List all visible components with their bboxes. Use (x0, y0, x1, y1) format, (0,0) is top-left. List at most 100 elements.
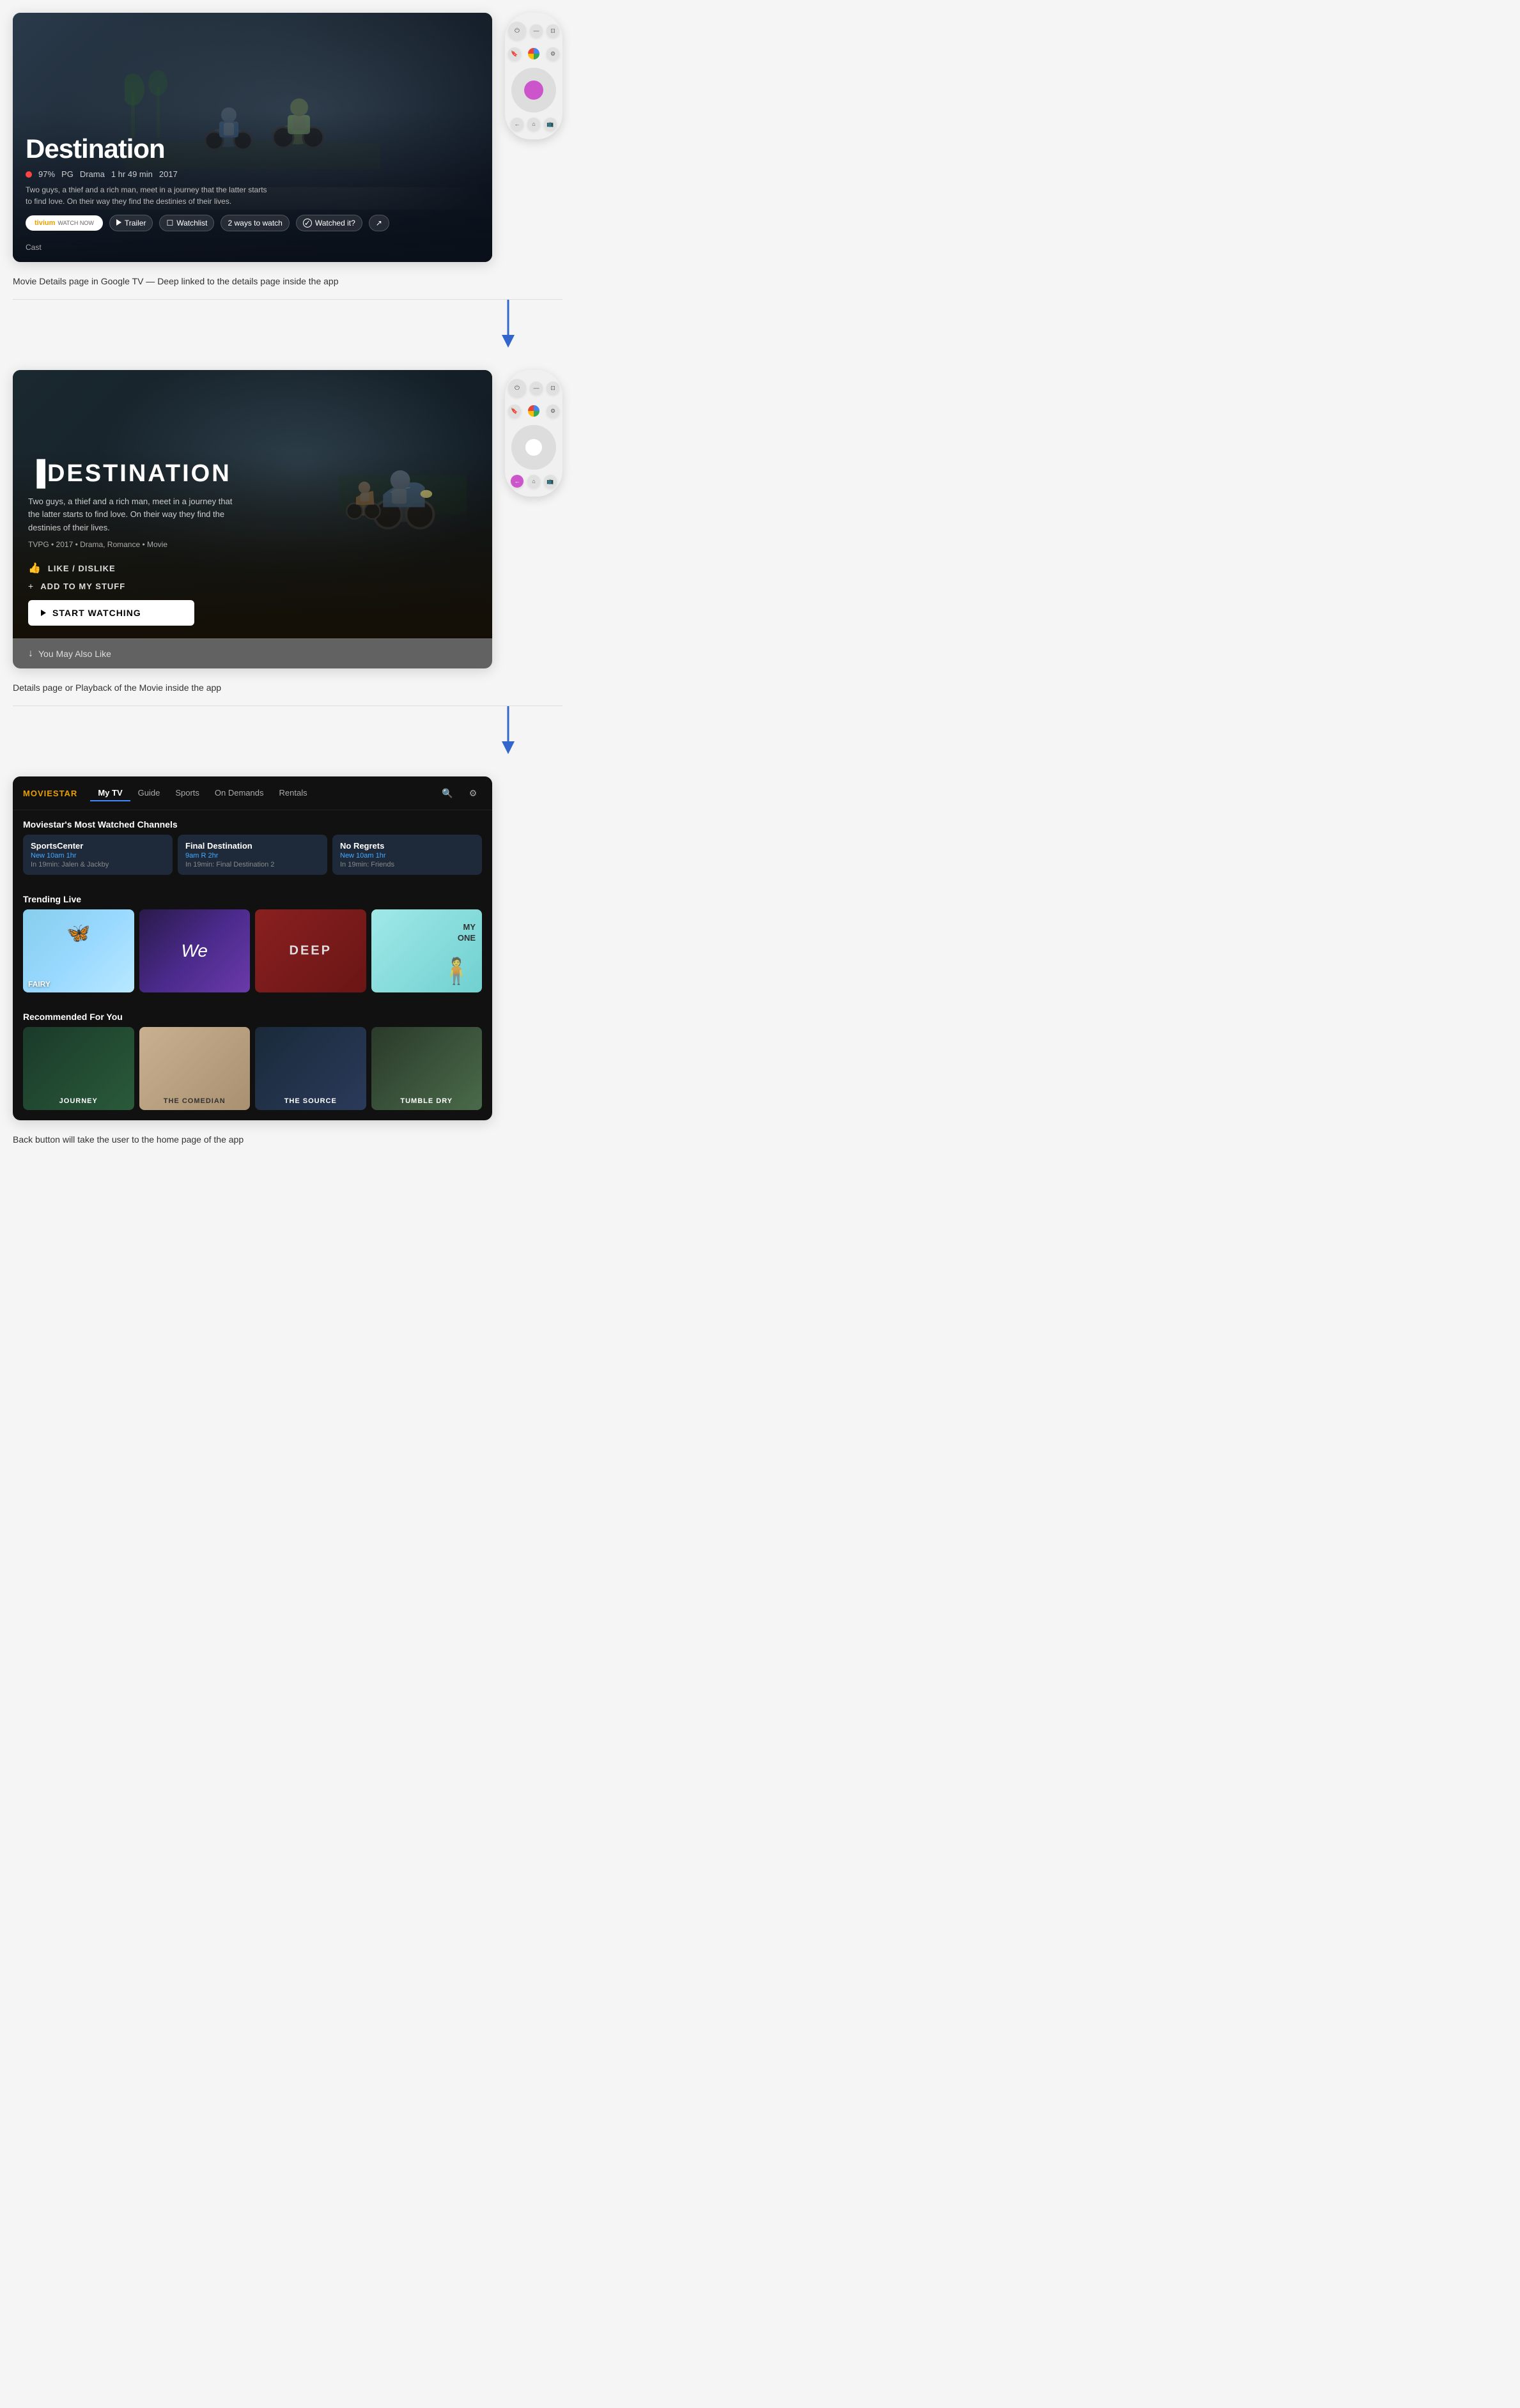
butterfly-icon: 🦋 (66, 922, 90, 945)
ways-label: 2 ways to watch (228, 219, 282, 228)
channel-badge-0: New 10am 1hr (31, 852, 165, 860)
home-button[interactable]: ⌂ (527, 118, 540, 130)
we-text: We (182, 941, 208, 961)
you-may-also-bar[interactable]: ↓ You May Also Like (13, 638, 492, 668)
add-to-stuff-label: ADD TO MY STUFF (40, 582, 125, 591)
nav-item-rentals[interactable]: Rentals (272, 785, 315, 801)
rating-dot (26, 171, 32, 178)
power-button-2[interactable]: ⏻ (508, 379, 526, 397)
settings-nav-button[interactable]: ⚙ (464, 784, 482, 802)
gtv-screen-card: Destination 97% PG Drama 1 hr 49 min 201… (13, 13, 492, 262)
trending-thumb-3[interactable]: MYONE 🧍 (371, 909, 483, 992)
recommended-grid: JOURNEY THE COMEDIAN THE SOURCE TUMBLE D… (13, 1027, 492, 1120)
section1-caption: Movie Details page in Google TV — Deep l… (0, 268, 575, 299)
most-watched-title: Moviestar's Most Watched Channels (13, 810, 492, 835)
movie-title: Destination (26, 134, 479, 164)
trending-thumb-0[interactable]: 🦋 FAIRY (23, 909, 134, 992)
channel-badge-1: 9am R 2hr (185, 852, 320, 860)
like-dislike-label: LIKE / DISLIKE (48, 564, 116, 573)
rec-thumb-0[interactable]: JOURNEY (23, 1027, 134, 1110)
google-assistant-button-2[interactable] (525, 402, 543, 420)
remote-top-row: ⏻ — ⊡ (508, 22, 559, 40)
settings-button[interactable]: ⚙ (547, 47, 559, 60)
google-icon-2 (528, 405, 539, 417)
remote2-top-row: ⏻ — ⊡ (508, 379, 559, 397)
app-details-hero: ▐DESTINATION Two guys, a thief and a ric… (13, 370, 492, 638)
bookmark-button-2[interactable]: 🔖 (508, 405, 521, 417)
dpad-outer-2[interactable] (511, 425, 556, 470)
caption-text: Movie Details page in Google TV — Deep l… (13, 276, 339, 286)
watchlist-label: Watchlist (176, 219, 207, 228)
remote-nav-row: ← ⌂ 📺 (511, 118, 557, 130)
trailer-label: Trailer (125, 219, 146, 228)
add-to-stuff-button[interactable]: + ADD TO MY STUFF (28, 581, 477, 591)
tv-input-button[interactable]: ⊡ (547, 24, 559, 37)
audience-score: 97% (38, 169, 55, 179)
app-meta: TVPG • 2017 • Drama, Romance • Movie (28, 540, 477, 549)
dpad-center-button-2[interactable] (524, 438, 543, 457)
moviestar-screen: MOVIESTAR My TV Guide Sports On Demands (13, 776, 492, 1120)
channel-card-0[interactable]: SportsCenter New 10am 1hr In 19min: Jale… (23, 835, 173, 875)
tv-button-2[interactable]: 📺 (544, 475, 557, 488)
back-button-2[interactable]: ← (511, 475, 523, 488)
action-buttons-row: tivium WATCH NOW Trailer (26, 215, 479, 231)
like-dislike-button[interactable]: 👍 LIKE / DISLIKE (28, 562, 477, 575)
rec-thumb-2[interactable]: THE SOURCE (255, 1027, 366, 1110)
trailer-button[interactable]: Trailer (109, 215, 153, 231)
nav-item-guide[interactable]: Guide (130, 785, 168, 801)
play-triangle (116, 219, 121, 226)
watchlist-button[interactable]: ☐ Watchlist (159, 215, 214, 231)
nav-item-sports[interactable]: Sports (167, 785, 207, 801)
back-button[interactable]: ← (511, 118, 523, 130)
trending-grid: 🦋 FAIRY We DEEP MYONE 🧍 (13, 909, 492, 1003)
dpad-outer[interactable] (511, 68, 556, 112)
start-watching-label: START WATCHING (52, 608, 141, 618)
menu-button[interactable]: — (530, 24, 543, 37)
trending-label-0: FAIRY (28, 980, 50, 989)
arrow-down-icon: ↓ (28, 648, 33, 660)
title-text: DESTINATION (47, 460, 231, 487)
thumbs-icon: 👍 (28, 562, 42, 575)
rec-label-2: THE SOURCE (260, 1097, 361, 1105)
trending-thumb-1[interactable]: We (139, 909, 251, 992)
tivium-logo: tivium (35, 219, 55, 227)
tv-input-button-2[interactable]: ⊡ (547, 382, 559, 394)
channel-card-2[interactable]: No Regrets New 10am 1hr In 19min: Friend… (332, 835, 482, 875)
search-button[interactable]: 🔍 (438, 784, 456, 802)
plus-icon: + (28, 581, 34, 591)
nav-item-mytv[interactable]: My TV (90, 785, 130, 801)
rec-thumb-1[interactable]: THE COMEDIAN (139, 1027, 251, 1110)
home-button-2[interactable]: ⌂ (527, 475, 540, 488)
trending-thumb-2[interactable]: DEEP (255, 909, 366, 992)
app-screen-card: ▐DESTINATION Two guys, a thief and a ric… (13, 370, 492, 668)
nav-item-ondemands[interactable]: On Demands (207, 785, 272, 801)
start-watching-button[interactable]: START WATCHING (28, 600, 194, 626)
dpad-center-button[interactable] (524, 81, 543, 100)
play-icon (116, 219, 121, 228)
deep-text: DEEP (290, 944, 332, 959)
channel-info-1: In 19min: Final Destination 2 (185, 861, 320, 868)
year: 2017 (159, 169, 178, 179)
menu-button-2[interactable]: — (530, 382, 543, 394)
share-button[interactable]: ↗ (369, 215, 389, 231)
settings-button-2[interactable]: ⚙ (547, 405, 559, 417)
google-assistant-button[interactable] (525, 45, 543, 63)
rec-thumb-3[interactable]: TUMBLE DRY (371, 1027, 483, 1110)
bookmark-button[interactable]: 🔖 (508, 47, 521, 60)
app-movie-title: ▐DESTINATION (28, 460, 477, 488)
ways-to-watch-button[interactable]: 2 ways to watch (221, 215, 289, 231)
myone-text: MYONE (458, 922, 476, 944)
nav-items: My TV Guide Sports On Demands Rentals (90, 785, 438, 801)
share-icon: ↗ (376, 219, 382, 228)
channel-card-1[interactable]: Final Destination 9am R 2hr In 19min: Fi… (178, 835, 327, 875)
section3-caption: Back button will take the user to the ho… (0, 1127, 575, 1157)
arrow-connector-1 (0, 300, 575, 357)
gtv-hero-section: Destination 97% PG Drama 1 hr 49 min 201… (13, 13, 492, 262)
power-button[interactable]: ⏻ (508, 22, 526, 40)
channels-grid: SportsCenter New 10am 1hr In 19min: Jale… (13, 835, 492, 885)
recommended-title: Recommended For You (13, 1003, 492, 1027)
watched-it-button[interactable]: ✓ Watched it? (296, 215, 362, 231)
tivium-watch-button[interactable]: tivium WATCH NOW (26, 215, 103, 231)
tv-button[interactable]: 📺 (544, 118, 557, 130)
moviestar-logo: MOVIESTAR (23, 789, 77, 798)
